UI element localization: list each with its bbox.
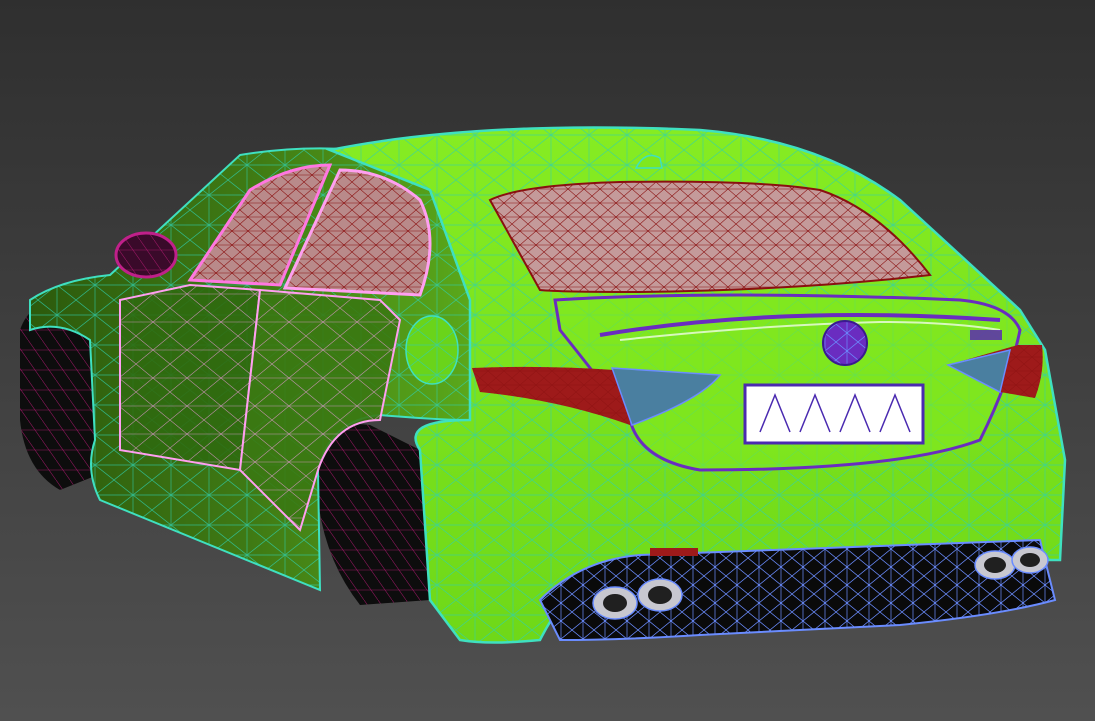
rear-badge-emblem (822, 320, 868, 366)
3d-viewport[interactable] (0, 0, 1095, 721)
rear-door (119, 283, 262, 472)
model-badge (970, 330, 1002, 340)
rear-reflector (650, 548, 698, 556)
rear-wheel (318, 424, 430, 605)
fuel-cap (405, 315, 459, 385)
license-plate (743, 383, 925, 445)
side-mirror (114, 231, 178, 279)
wireframe-scene[interactable] (0, 0, 1095, 721)
